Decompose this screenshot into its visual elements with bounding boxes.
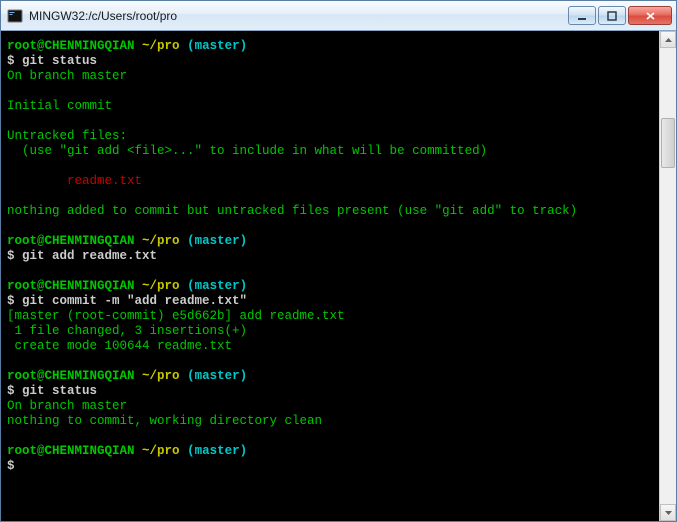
prompt-user-host: root@CHENMINGQIAN xyxy=(7,369,135,383)
command-line: $ xyxy=(7,459,653,474)
prompt-branch: (master) xyxy=(187,39,247,53)
command-line: $ git status xyxy=(7,54,653,69)
prompt-branch: (master) xyxy=(187,444,247,458)
prompt-user-host: root@CHENMINGQIAN xyxy=(7,39,135,53)
command-text: git status xyxy=(22,54,97,68)
window-buttons xyxy=(568,6,672,25)
minimize-button[interactable] xyxy=(568,6,596,25)
prompt-line: root@CHENMINGQIAN ~/pro (master) xyxy=(7,279,653,294)
prompt-path: ~/pro xyxy=(142,39,180,53)
output-line: [master (root-commit) e5d662b] add readm… xyxy=(7,309,653,324)
prompt-line: root@CHENMINGQIAN ~/pro (master) xyxy=(7,39,653,54)
maximize-button[interactable] xyxy=(598,6,626,25)
output-line: create mode 100644 readme.txt xyxy=(7,339,653,354)
app-icon xyxy=(7,8,23,24)
blank-line xyxy=(7,159,653,174)
blank-line xyxy=(7,84,653,99)
scroll-thumb[interactable] xyxy=(661,118,675,168)
command-line: $ git status xyxy=(7,384,653,399)
blank-line xyxy=(7,429,653,444)
prompt-path: ~/pro xyxy=(142,444,180,458)
window-title: MINGW32:/c/Users/root/pro xyxy=(29,9,177,23)
vertical-scrollbar[interactable] xyxy=(659,31,676,521)
command-line: $ git commit -m "add readme.txt" xyxy=(7,294,653,309)
blank-line xyxy=(7,264,653,279)
prompt-branch: (master) xyxy=(187,279,247,293)
output-line: On branch master xyxy=(7,69,653,84)
prompt-branch: (master) xyxy=(187,234,247,248)
command-text: git add readme.txt xyxy=(22,249,157,263)
blank-line xyxy=(7,114,653,129)
output-line: (use "git add <file>..." to include in w… xyxy=(7,144,653,159)
prompt-path: ~/pro xyxy=(142,279,180,293)
prompt-line: root@CHENMINGQIAN ~/pro (master) xyxy=(7,369,653,384)
blank-line xyxy=(7,189,653,204)
output-line: Initial commit xyxy=(7,99,653,114)
output-line: On branch master xyxy=(7,399,653,414)
prompt-branch: (master) xyxy=(187,369,247,383)
blank-line xyxy=(7,219,653,234)
prompt-line: root@CHENMINGQIAN ~/pro (master) xyxy=(7,444,653,459)
command-text: git status xyxy=(22,384,97,398)
scroll-track[interactable] xyxy=(660,48,676,504)
command-text: git commit -m "add readme.txt" xyxy=(22,294,247,308)
prompt-path: ~/pro xyxy=(142,369,180,383)
prompt-user-host: root@CHENMINGQIAN xyxy=(7,234,135,248)
app-window: MINGW32:/c/Users/root/pro root@CHENMINGQ… xyxy=(0,0,677,522)
terminal[interactable]: root@CHENMINGQIAN ~/pro (master)$ git st… xyxy=(1,31,659,521)
output-line: nothing added to commit but untracked fi… xyxy=(7,204,653,219)
client-area: root@CHENMINGQIAN ~/pro (master)$ git st… xyxy=(1,31,676,521)
prompt-path: ~/pro xyxy=(142,234,180,248)
output-line: nothing to commit, working directory cle… xyxy=(7,414,653,429)
scroll-down-button[interactable] xyxy=(660,504,676,521)
prompt-user-host: root@CHENMINGQIAN xyxy=(7,279,135,293)
output-line: Untracked files: xyxy=(7,129,653,144)
title-bar[interactable]: MINGW32:/c/Users/root/pro xyxy=(1,1,676,31)
scroll-up-button[interactable] xyxy=(660,31,676,48)
output-line: 1 file changed, 3 insertions(+) xyxy=(7,324,653,339)
prompt-line: root@CHENMINGQIAN ~/pro (master) xyxy=(7,234,653,249)
prompt-user-host: root@CHENMINGQIAN xyxy=(7,444,135,458)
close-button[interactable] xyxy=(628,6,672,25)
output-line: readme.txt xyxy=(7,174,653,189)
command-line: $ git add readme.txt xyxy=(7,249,653,264)
blank-line xyxy=(7,354,653,369)
